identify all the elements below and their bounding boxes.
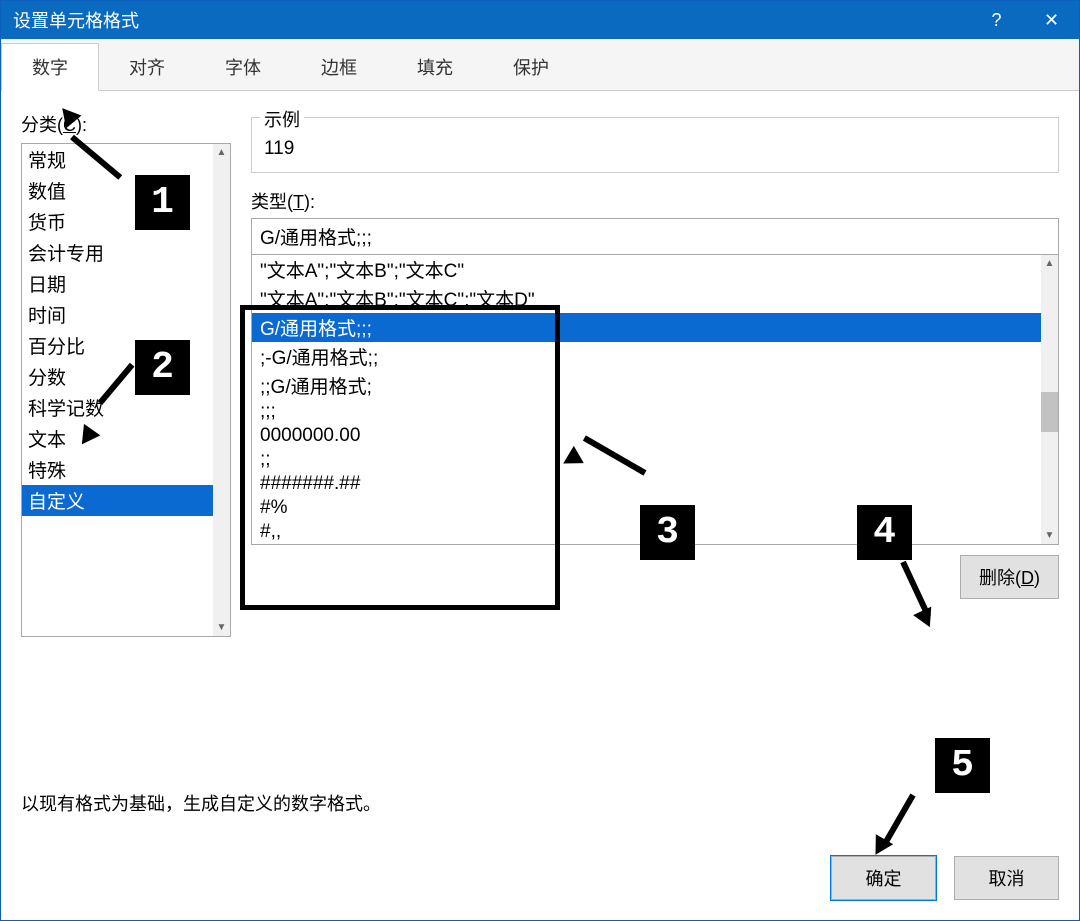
sample-value: 119 [264,138,1046,160]
tab-fill[interactable]: 填充 [387,43,483,90]
category-listbox[interactable]: 常规 数值 货币 会计专用 日期 时间 百分比 分数 科学记数 文本 特殊 自定… [21,143,231,637]
scroll-down-icon[interactable]: ▼ [213,619,230,636]
type-list-wrap: "文本A";"文本B";"文本C" "文本A";"文本B";"文本C";"文本D… [251,255,1059,545]
type-input[interactable]: G/通用格式;;; [251,218,1059,255]
delete-label-post: ) [1034,568,1040,588]
category-item[interactable]: 会计专用 [22,237,213,268]
scrollbar-thumb[interactable] [1041,392,1058,432]
type-item[interactable]: ;;G/通用格式; [252,371,1041,400]
type-label-post: ): [304,192,315,212]
category-item[interactable]: 时间 [22,299,213,330]
type-list[interactable]: "文本A";"文本B";"文本C" "文本A";"文本B";"文本C";"文本D… [252,255,1041,544]
type-label-pre: 类型( [251,192,293,212]
type-item[interactable]: #######.## [252,472,1041,496]
type-item[interactable]: "文本A";"文本B";"文本C" [252,255,1041,284]
cancel-button[interactable]: 取消 [954,856,1059,900]
delete-row: 删除(D) [251,555,1059,599]
category-item[interactable]: 文本 [22,423,213,454]
scroll-up-icon[interactable]: ▲ [1041,255,1058,272]
type-item[interactable]: ;; [252,448,1041,472]
scroll-up-icon[interactable]: ▲ [213,144,230,161]
sample-box: 示例 119 [251,117,1059,173]
sample-title: 示例 [260,106,304,132]
type-item[interactable]: "文本A";"文本B";"文本C";"文本D" [252,284,1041,313]
category-item-custom[interactable]: 自定义 [22,485,213,516]
type-item[interactable]: ;;; [252,400,1041,424]
scroll-down-icon[interactable]: ▼ [1041,527,1058,544]
close-button[interactable]: ✕ [1024,1,1079,39]
type-scrollbar[interactable]: ▲ ▼ [1041,255,1058,544]
type-item-selected[interactable]: G/通用格式;;; [252,313,1041,342]
category-scrollbar[interactable]: ▲ ▼ [213,144,230,636]
category-column: 分类(C): 常规 数值 货币 会计专用 日期 时间 百分比 分数 科学记数 文… [21,111,231,760]
delete-label-pre: 删除( [979,568,1021,588]
tab-border[interactable]: 边框 [291,43,387,90]
tab-font[interactable]: 字体 [195,43,291,90]
type-label-key: T [293,192,304,212]
delete-label-key: D [1021,568,1034,588]
category-item[interactable]: 日期 [22,268,213,299]
footer: 确定 取消 [1,836,1079,920]
type-label: 类型(T): [251,188,1059,214]
tabs: 数字 对齐 字体 边框 填充 保护 [1,39,1079,91]
tab-protect[interactable]: 保护 [483,43,579,90]
tab-number[interactable]: 数字 [1,43,99,91]
annotation-marker-4: 4 [857,505,912,560]
tab-align[interactable]: 对齐 [99,43,195,90]
annotation-marker-5: 5 [935,738,990,793]
annotation-marker-2: 2 [135,340,190,395]
annotation-marker-3: 3 [640,505,695,560]
category-item[interactable]: 科学记数 [22,392,213,423]
titlebar: 设置单元格格式 ? ✕ [1,1,1079,39]
window-title: 设置单元格格式 [13,7,139,33]
titlebar-buttons: ? ✕ [969,1,1079,39]
help-button[interactable]: ? [969,1,1024,39]
right-column: 示例 119 类型(T): G/通用格式;;; "文本A";"文本B";"文本C… [231,111,1059,760]
type-item[interactable]: ;-G/通用格式;; [252,342,1041,371]
category-item[interactable]: 特殊 [22,454,213,485]
type-item[interactable]: 0000000.00 [252,424,1041,448]
delete-button[interactable]: 删除(D) [960,555,1059,599]
category-label: 分类(C): [21,111,231,137]
dialog-window: 设置单元格格式 ? ✕ 数字 对齐 字体 边框 填充 保护 分类(C): 常规 … [0,0,1080,921]
ok-button[interactable]: 确定 [831,856,936,900]
annotation-marker-1: 1 [135,175,190,230]
